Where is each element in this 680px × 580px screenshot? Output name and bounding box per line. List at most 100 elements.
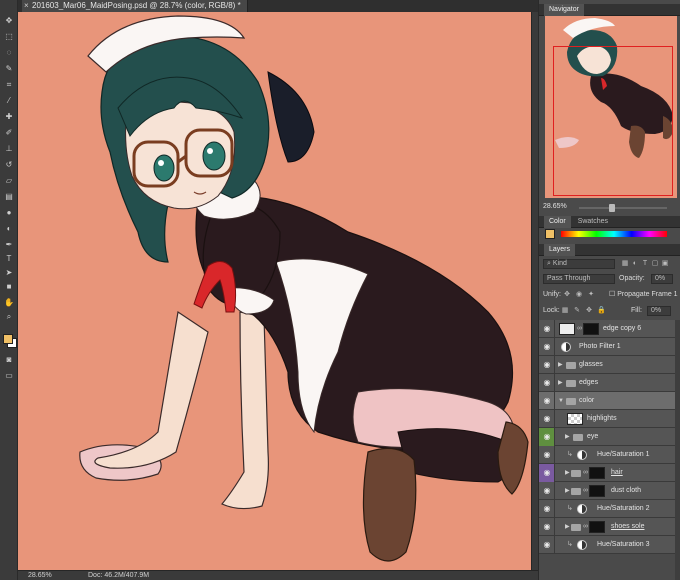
- expand-arrow-icon[interactable]: ▶: [565, 518, 570, 536]
- adjustment-layer-icon: [577, 450, 587, 460]
- layer-row[interactable]: ◉ Photo Filter 1: [539, 338, 680, 356]
- clone-stamp-tool-icon[interactable]: ⊥: [3, 143, 15, 155]
- layer-row[interactable]: ◉ ▶ ∞ shoes sole: [539, 518, 680, 536]
- lock-transparency-icon[interactable]: ▦: [561, 307, 569, 315]
- eraser-tool-icon[interactable]: ▱: [3, 175, 15, 187]
- filter-smart-icon[interactable]: ▣: [661, 260, 669, 268]
- eye-icon[interactable]: ◉: [542, 343, 552, 351]
- crop-tool-icon[interactable]: ⌗: [3, 79, 15, 91]
- layer-row[interactable]: ◉ ▶ edges: [539, 374, 680, 392]
- healing-tool-icon[interactable]: ✚: [3, 111, 15, 123]
- eye-icon[interactable]: ◉: [542, 415, 552, 423]
- swatches-tab[interactable]: Swatches: [573, 216, 613, 228]
- collapse-arrow-icon[interactable]: ▼: [558, 392, 564, 410]
- eye-icon[interactable]: ◉: [542, 361, 552, 369]
- layer-row[interactable]: ◉ ▶ ∞ hair: [539, 464, 680, 482]
- fill-field[interactable]: 0%: [647, 306, 671, 316]
- eye-icon[interactable]: ◉: [542, 541, 552, 549]
- lock-position-icon[interactable]: ✥: [585, 307, 593, 315]
- layer-name: Hue/Saturation 2: [597, 505, 650, 512]
- move-tool-icon[interactable]: ✥: [3, 15, 15, 27]
- layer-row[interactable]: ◉ ↳ Hue/Saturation 1: [539, 446, 680, 464]
- pen-tool-icon[interactable]: ✒: [3, 239, 15, 251]
- lasso-tool-icon[interactable]: ◌: [3, 47, 15, 59]
- layer-row[interactable]: ◉ ∞ edge copy 6: [539, 320, 680, 338]
- navigator-zoom-slider[interactable]: [579, 207, 667, 209]
- right-panel-dock: Navigator 28.65% Color Swatches Layers ⌕…: [538, 0, 680, 580]
- quick-select-tool-icon[interactable]: ✎: [3, 63, 15, 75]
- filter-shape-icon[interactable]: ▢: [651, 260, 659, 268]
- document-tab[interactable]: × 201603_Mar06_MaidPosing.psd @ 28.7% (c…: [22, 0, 248, 12]
- eye-icon[interactable]: ◉: [542, 451, 552, 459]
- lock-pixels-icon[interactable]: ✎: [573, 307, 581, 315]
- blend-mode-select[interactable]: Pass Through: [543, 274, 615, 284]
- type-tool-icon[interactable]: T: [3, 253, 15, 265]
- foreground-color-chip[interactable]: [545, 229, 555, 239]
- eyedropper-tool-icon[interactable]: ⁄: [3, 95, 15, 107]
- expand-arrow-icon[interactable]: ▶: [565, 428, 570, 446]
- dodge-tool-icon[interactable]: ◐: [3, 223, 15, 235]
- zoom-tool-icon[interactable]: ⌕: [3, 311, 15, 323]
- eye-icon[interactable]: ◉: [542, 325, 552, 333]
- navigator-zoom-field[interactable]: 28.65%: [543, 203, 567, 210]
- expand-arrow-icon[interactable]: ▶: [558, 374, 563, 392]
- eye-icon[interactable]: ◉: [542, 523, 552, 531]
- layer-row-selected[interactable]: ◉ ▼ color: [539, 392, 680, 410]
- eye-icon[interactable]: ◉: [542, 433, 552, 441]
- tools-panel: ✥ ⬚ ◌ ✎ ⌗ ⁄ ✚ ✐ ⊥ ↺ ▱ ▤ ● ◐ ✒ T ➤ ■ ✋ ⌕ …: [0, 0, 18, 580]
- spectrum-bar[interactable]: [561, 231, 667, 237]
- expand-arrow-icon[interactable]: ▶: [565, 464, 570, 482]
- layer-row[interactable]: ◉ ↳ Hue/Saturation 3: [539, 536, 680, 554]
- history-brush-tool-icon[interactable]: ↺: [3, 159, 15, 171]
- layer-filter-row: ⌕ Kind ▦ ◐ T ▢ ▣: [539, 258, 680, 270]
- gradient-tool-icon[interactable]: ▤: [3, 191, 15, 203]
- layer-row[interactable]: ◉ ▶ glasses: [539, 356, 680, 374]
- path-select-tool-icon[interactable]: ➤: [3, 267, 15, 279]
- navigator-tab[interactable]: Navigator: [544, 4, 584, 16]
- status-zoom[interactable]: 28.65%: [28, 571, 52, 580]
- unify-visibility-icon[interactable]: ◉: [575, 291, 583, 299]
- brush-tool-icon[interactable]: ✐: [3, 127, 15, 139]
- shape-tool-icon[interactable]: ■: [3, 281, 15, 293]
- layer-row[interactable]: ◉ ▶ eye: [539, 428, 680, 446]
- layers-tab[interactable]: Layers: [544, 244, 576, 256]
- eye-icon[interactable]: ◉: [542, 469, 552, 477]
- eye-icon[interactable]: ◉: [542, 397, 552, 405]
- blur-tool-icon[interactable]: ●: [3, 207, 15, 219]
- screen-mode-icon[interactable]: ▭: [3, 370, 15, 382]
- lock-all-icon[interactable]: 🔒: [597, 307, 606, 315]
- navigator-preview[interactable]: [545, 16, 677, 198]
- foreground-color-swatch[interactable]: [3, 334, 13, 344]
- propagate-frame-checkbox[interactable]: ☐ Propagate Frame 1: [609, 289, 678, 301]
- filter-type-icon[interactable]: T: [641, 260, 649, 268]
- color-tab[interactable]: Color: [544, 216, 571, 228]
- layer-row[interactable]: ◉ ▶ ∞ dust cloth: [539, 482, 680, 500]
- unify-style-icon[interactable]: ✦: [587, 291, 595, 299]
- layers-panel-header: Layers: [539, 244, 680, 256]
- layer-mask-thumbnail: [583, 323, 599, 335]
- layers-scrollbar[interactable]: [675, 320, 680, 580]
- document-canvas[interactable]: [18, 12, 531, 570]
- opacity-label: Opacity:: [619, 275, 645, 282]
- eye-icon[interactable]: ◉: [542, 379, 552, 387]
- quick-mask-icon[interactable]: ◙: [3, 354, 15, 366]
- hand-tool-icon[interactable]: ✋: [3, 297, 15, 309]
- expand-arrow-icon[interactable]: ▶: [565, 482, 570, 500]
- canvas-vertical-scrollbar[interactable]: [531, 12, 538, 570]
- layer-row[interactable]: ◉ highlights: [539, 410, 680, 428]
- unify-position-icon[interactable]: ✥: [563, 291, 571, 299]
- layer-row[interactable]: ◉ ↳ Hue/Saturation 2: [539, 500, 680, 518]
- filter-pixel-icon[interactable]: ▦: [621, 260, 629, 268]
- eye-icon[interactable]: ◉: [542, 505, 552, 513]
- expand-arrow-icon[interactable]: ▶: [558, 356, 563, 374]
- marquee-tool-icon[interactable]: ⬚: [3, 31, 15, 43]
- eye-icon[interactable]: ◉: [542, 487, 552, 495]
- navigator-view-box[interactable]: [553, 46, 673, 196]
- filter-adjust-icon[interactable]: ◐: [631, 260, 639, 268]
- color-panel-header: Color Swatches: [539, 216, 680, 228]
- layer-kind-filter[interactable]: ⌕ Kind: [543, 259, 615, 269]
- color-ramp[interactable]: [545, 229, 677, 239]
- opacity-field[interactable]: 0%: [651, 274, 673, 284]
- close-icon[interactable]: ×: [24, 0, 29, 12]
- navigator-zoom-slider-handle[interactable]: [609, 204, 615, 212]
